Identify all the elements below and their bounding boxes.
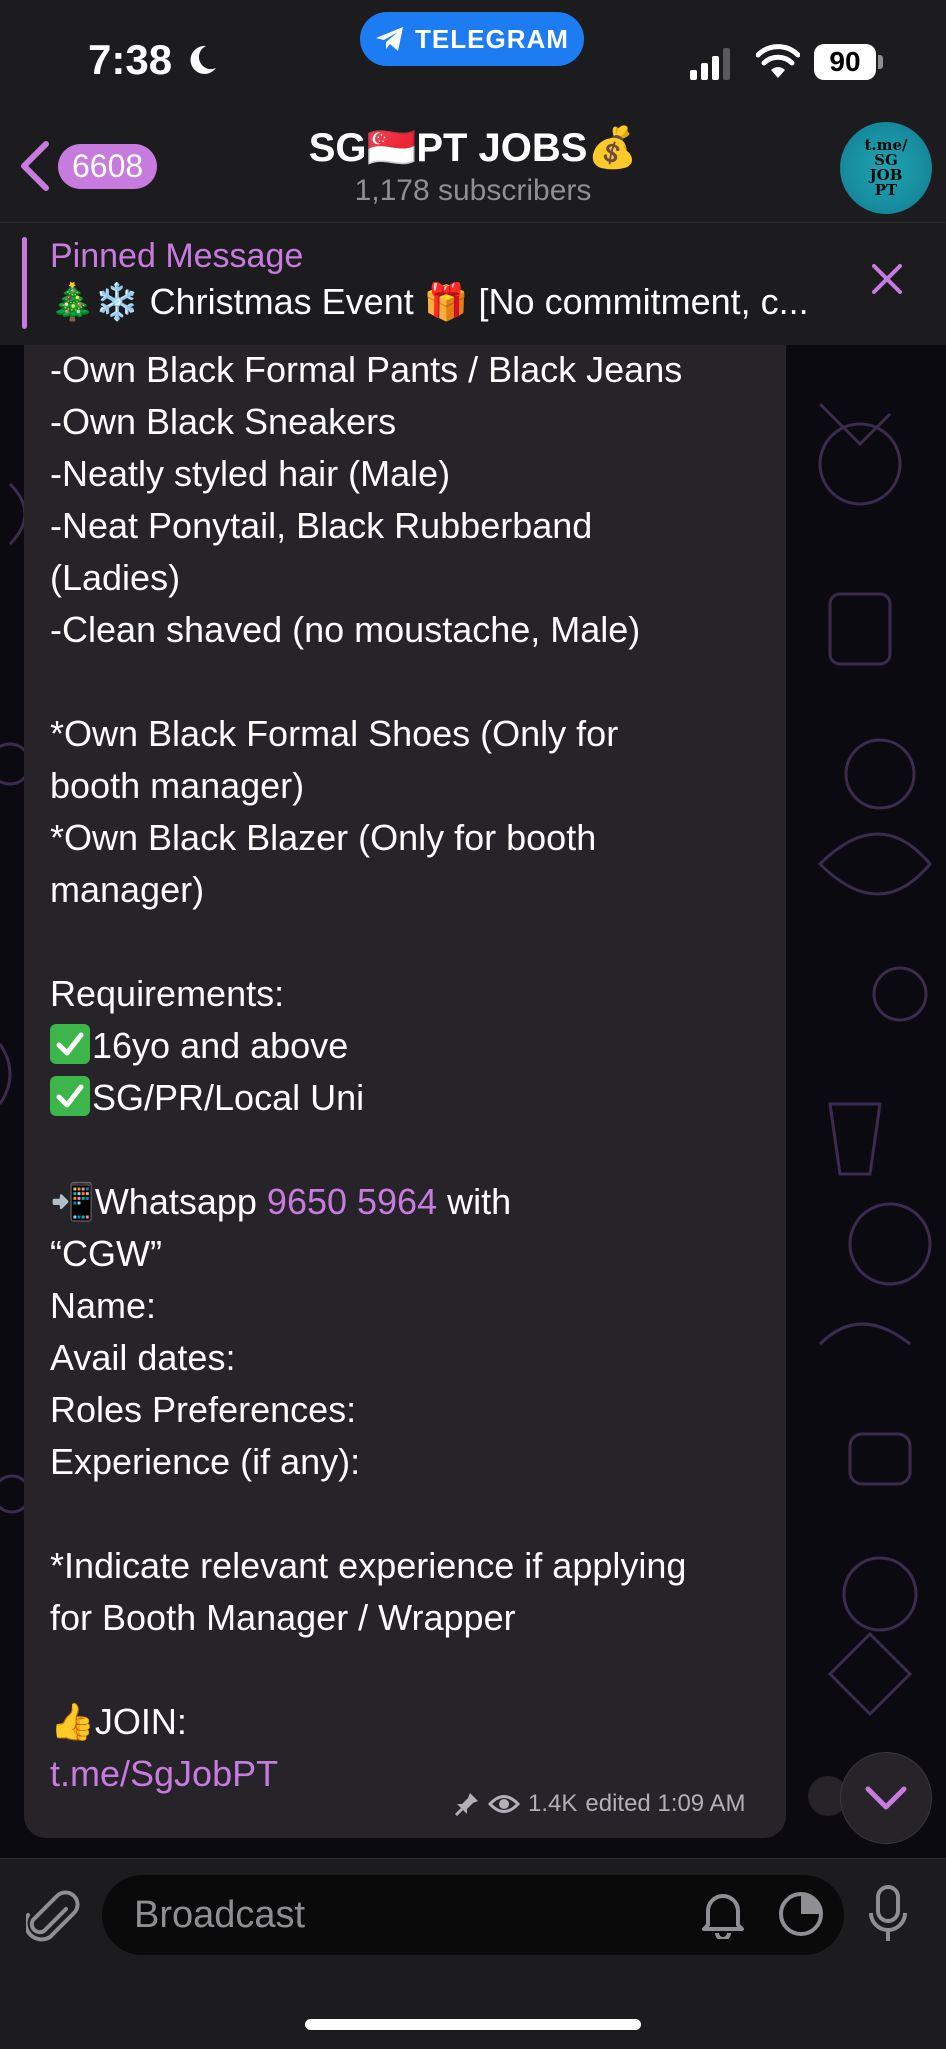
message-line: -Own Black Formal Pants / Black Jeans xyxy=(50,349,683,390)
channel-avatar[interactable]: t.me/ SG JOB PT xyxy=(840,122,932,214)
message-line: Experience (if any): xyxy=(50,1441,361,1482)
chevron-down-icon xyxy=(865,1786,907,1810)
pinned-title: Pinned Message xyxy=(50,237,304,275)
message-line: for Booth Manager / Wrapper xyxy=(50,1597,516,1638)
whatsapp-prefix: 📲Whatsapp xyxy=(50,1181,267,1222)
channel-header: 6608 SG🇸🇬PT JOBS💰 1,178 subscribers t.me… xyxy=(0,120,946,222)
phone-number-link[interactable]: 9650 5964 xyxy=(267,1181,437,1222)
message-line: -Neat Ponytail, Black Rubberband xyxy=(50,505,593,546)
paperclip-icon[interactable] xyxy=(26,1889,80,1949)
telegram-pill-label: TELEGRAM xyxy=(415,23,569,54)
whatsapp-line: 📲Whatsapp 9650 5964 with xyxy=(50,1176,780,1228)
avatar-text-line: PT xyxy=(874,181,898,199)
moon-icon xyxy=(190,45,216,74)
message-line: -Clean shaved (no moustache, Male) xyxy=(50,609,641,650)
requirement-item: SG/PR/Local Uni xyxy=(50,1072,780,1124)
message-line: Roles Preferences: xyxy=(50,1389,357,1430)
whatsapp-suffix: with xyxy=(437,1181,512,1222)
battery-indicator: 90 xyxy=(814,44,876,80)
status-bar: 7:38 TELEGRAM 90 xyxy=(0,0,946,120)
message-line: -Own Black Sneakers xyxy=(50,401,397,442)
message-line: Requirements: xyxy=(50,973,285,1014)
microphone-icon[interactable] xyxy=(868,1885,908,1945)
message-line: -Neatly styled hair (Male) xyxy=(50,453,451,494)
pinned-text: 🎄❄️ Christmas Event 🎁 [No commitment, c.… xyxy=(50,281,809,322)
telegram-app-pill[interactable]: TELEGRAM xyxy=(360,12,584,66)
message-line: “CGW” xyxy=(50,1233,162,1274)
message-line: *Own Black Formal Shoes (Only for xyxy=(50,713,619,754)
signal-icon xyxy=(690,48,730,80)
scroll-down-button[interactable] xyxy=(840,1752,932,1844)
message-line: booth manager) xyxy=(50,765,305,806)
message-line: Avail dates: xyxy=(50,1337,236,1378)
checkmark-icon xyxy=(50,1024,90,1064)
message-line: (Ladies) xyxy=(50,557,181,598)
pin-icon xyxy=(454,1793,478,1817)
edited-timestamp: edited 1:09 AM xyxy=(585,1790,746,1817)
message-meta: 1.4K edited 1:09 AM xyxy=(454,1790,746,1818)
eye-icon xyxy=(488,1795,520,1813)
checkmark-icon xyxy=(50,1076,90,1116)
pinned-accent-bar xyxy=(22,237,27,329)
channel-title[interactable]: SG🇸🇬PT JOBS💰 xyxy=(0,124,946,171)
pinned-message-bar[interactable]: Pinned Message 🎄❄️ Christmas Event 🎁 [No… xyxy=(0,222,946,345)
join-label: 👍JOIN: xyxy=(50,1701,187,1742)
timer-icon[interactable] xyxy=(776,1889,826,1939)
message-line: *Indicate relevant experience if applyin… xyxy=(50,1545,687,1586)
home-indicator xyxy=(305,2019,641,2030)
requirement-text: SG/PR/Local Uni xyxy=(92,1077,365,1118)
message-text: -Own Black Formal long sleeve shirt-Own … xyxy=(50,292,780,1800)
status-time: 7:38 xyxy=(88,36,173,83)
requirement-text: 16yo and above xyxy=(92,1025,349,1066)
battery-nub xyxy=(878,55,883,69)
wifi-icon xyxy=(756,44,800,78)
requirement-item: 16yo and above xyxy=(50,1020,780,1072)
message-input-bar xyxy=(0,1858,946,2049)
bell-icon[interactable] xyxy=(700,1889,746,1939)
view-count: 1.4K xyxy=(528,1790,578,1817)
message-line: manager) xyxy=(50,869,205,910)
message-line: Name: xyxy=(50,1285,157,1326)
telegram-icon xyxy=(376,27,404,51)
message-line: *Own Black Blazer (Only for booth xyxy=(50,817,597,858)
subscriber-count: 1,178 subscribers xyxy=(354,174,592,207)
close-icon[interactable] xyxy=(870,262,904,296)
